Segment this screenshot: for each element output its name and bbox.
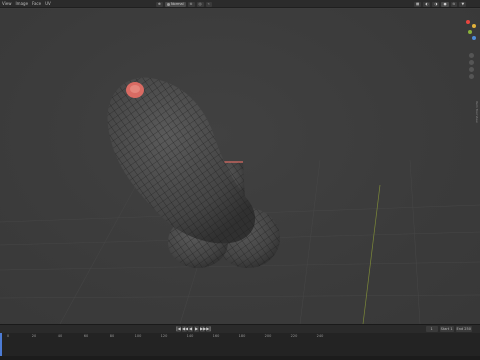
pivot-point-icon[interactable]: ⊕ [156, 1, 163, 7]
ruler-tick: 160 [212, 334, 220, 338]
ruler-tick: 80 [109, 334, 115, 338]
y-axis-line [362, 184, 381, 324]
header-menu: View Image Face UV [2, 0, 51, 8]
gizmo-neg-icon[interactable] [472, 24, 476, 28]
zoom-icon[interactable] [469, 53, 474, 58]
play-reverse-button[interactable]: ◀ [188, 326, 193, 332]
wireframe-shading-icon[interactable]: ◑ [432, 1, 440, 7]
sidebar-tabs[interactable]: Item Tool View [472, 101, 480, 221]
3d-viewport[interactable]: Item Tool View [0, 9, 480, 324]
start-frame-field[interactable]: Start 1 [439, 326, 454, 332]
pan-icon[interactable] [469, 60, 474, 65]
ruler-tick: 60 [83, 334, 89, 338]
orientation-icon [166, 2, 170, 6]
ruler-tick: 220 [290, 334, 298, 338]
xray-icon[interactable]: ◐ [423, 1, 431, 7]
grid-icon[interactable] [469, 74, 474, 79]
overlay-icon[interactable]: ▦ [414, 1, 422, 7]
snap-icon[interactable]: ⊙ [187, 1, 195, 7]
status-bar [0, 356, 480, 360]
shading-controls: ▦ ◐ ◑ ● ⊙ ▼ [414, 1, 467, 7]
ruler-tick: 180 [238, 334, 246, 338]
shading-dropdown-icon[interactable]: ▼ [459, 1, 467, 7]
proportional-edit-icon[interactable]: ◎ [196, 1, 204, 7]
timeline-header: |◀ ◀◀ ◀ ▶ ▶▶ ▶| 1 Start 1 End 250 [0, 325, 480, 333]
orientation-dropdown[interactable]: Normal [164, 1, 186, 7]
gizmo-z-icon[interactable] [472, 36, 476, 40]
next-keyframe-button[interactable]: ▶▶ [200, 326, 206, 332]
playback-controls: |◀ ◀◀ ◀ ▶ ▶▶ ▶| [176, 326, 211, 332]
ruler-tick: 120 [160, 334, 168, 338]
menu-view[interactable]: View [2, 0, 12, 8]
ruler-tick: 0 [6, 334, 10, 338]
camera-icon[interactable] [469, 67, 474, 72]
sidebar-tab-label: Item Tool View [475, 101, 479, 123]
ruler-tick: 100 [134, 334, 142, 338]
material-shading-icon[interactable]: ⊙ [450, 1, 458, 7]
jump-start-button[interactable]: |◀ [176, 326, 181, 332]
menu-image[interactable]: Image [16, 0, 29, 8]
falloff-icon[interactable]: ⌁ [205, 1, 212, 7]
gizmo-x-icon[interactable] [466, 20, 470, 24]
current-frame-field[interactable]: 1 [425, 326, 438, 332]
mesh-object[interactable] [107, 77, 280, 268]
ruler-tick: 140 [186, 334, 194, 338]
prev-keyframe-button[interactable]: ◀◀ [182, 326, 188, 332]
frame-ruler[interactable]: 0 20 40 60 80 100 120 140 160 180 200 22… [0, 333, 480, 341]
menu-face[interactable]: Face [32, 0, 41, 8]
transform-controls: ⊕ Normal ⊙ ◎ ⌁ [156, 1, 212, 7]
timeline-editor[interactable]: |◀ ◀◀ ◀ ▶ ▶▶ ▶| 1 Start 1 End 250 0 20 4… [0, 324, 480, 360]
menu-uv[interactable]: UV [45, 0, 51, 8]
gizmo-y-icon[interactable] [468, 30, 472, 34]
frame-range: 1 Start 1 End 250 [425, 326, 472, 332]
ruler-tick: 40 [57, 334, 63, 338]
orientation-label: Normal [170, 1, 184, 6]
navigation-gizmo[interactable] [466, 20, 478, 46]
jump-end-button[interactable]: ▶| [206, 326, 211, 332]
viewport-canvas [0, 77, 480, 324]
play-button[interactable]: ▶ [194, 326, 199, 332]
solid-shading-icon[interactable]: ● [441, 1, 449, 7]
end-frame-field[interactable]: End 250 [455, 326, 472, 332]
ruler-tick: 240 [316, 334, 324, 338]
viewport-nav-icons [469, 53, 474, 79]
ruler-tick: 200 [264, 334, 272, 338]
ruler-tick: 20 [31, 334, 37, 338]
viewport-header: View Image Face UV ⊕ Normal ⊙ ◎ ⌁ ▦ ◐ ◑ … [0, 0, 480, 8]
